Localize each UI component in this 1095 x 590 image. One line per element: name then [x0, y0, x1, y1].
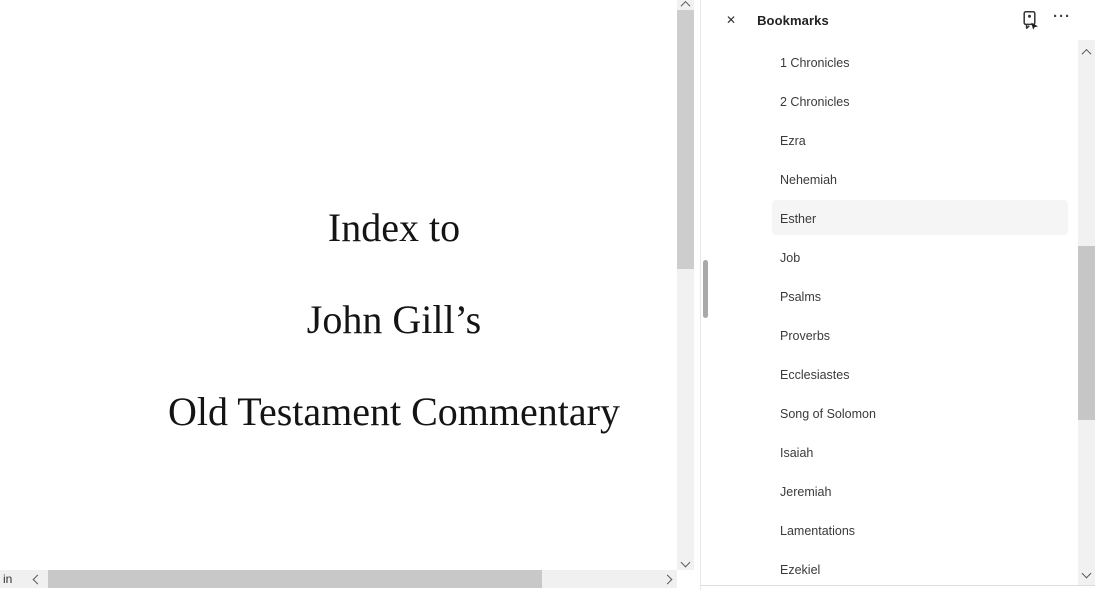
bookmark-item[interactable]: Lamentations	[701, 511, 1079, 550]
bookmark-item-label: Jeremiah	[780, 485, 831, 499]
bookmark-item[interactable]: Job	[701, 238, 1079, 277]
scroll-down-button[interactable]	[677, 554, 694, 570]
bookmark-item-highlight	[772, 200, 1068, 235]
bookmark-item-highlight	[772, 122, 1068, 157]
bookmark-item-label: Song of Solomon	[780, 407, 876, 421]
bookmark-item-highlight	[772, 434, 1068, 469]
doc-title-line-2: John Gill’s	[307, 297, 481, 343]
bookmarks-vertical-scrollbar[interactable]	[1078, 40, 1095, 585]
bookmark-item-label: Proverbs	[780, 329, 830, 343]
bookmarks-panel: ✕ Bookmarks ··· 1 Chronicles 2 Chronicle…	[700, 0, 1095, 590]
bookmark-item[interactable]: Esther	[701, 199, 1079, 238]
bookmark-item[interactable]: Ecclesiastes	[701, 355, 1079, 394]
bookmark-item-label: Psalms	[780, 290, 821, 304]
panel-resize-handle[interactable]	[703, 260, 708, 318]
bookmark-item[interactable]: Jeremiah	[701, 472, 1079, 511]
chevron-right-icon	[663, 574, 673, 584]
bookmark-item[interactable]: Ezra	[701, 121, 1079, 160]
bookmark-item[interactable]: Nehemiah	[701, 160, 1079, 199]
new-bookmark-button[interactable]	[1021, 10, 1040, 30]
chevron-down-icon	[681, 557, 691, 567]
chevron-up-icon	[1082, 48, 1092, 58]
panel-bottom-divider	[701, 585, 1095, 586]
chevron-up-icon	[681, 0, 691, 10]
bookmark-item-label: Ecclesiastes	[780, 368, 849, 382]
bookmark-item-label: Lamentations	[780, 524, 855, 538]
bookmark-item-label: 1 Chronicles	[780, 56, 849, 70]
bookmark-item-label: Job	[780, 251, 800, 265]
bookmark-item[interactable]: 1 Chronicles	[701, 43, 1079, 82]
bookmark-item-label: Ezekiel	[780, 563, 820, 577]
chevron-down-icon	[1082, 568, 1092, 578]
bookmark-item-label: Isaiah	[780, 446, 813, 460]
document-horizontal-scrollbar[interactable]: in	[0, 570, 677, 588]
bookmark-item-label: Esther	[780, 212, 816, 226]
close-panel-button[interactable]: ✕	[726, 14, 736, 26]
bookmark-item[interactable]: Ezekiel	[701, 550, 1079, 585]
panel-options-button[interactable]: ···	[1053, 12, 1071, 28]
bookmark-item[interactable]: Song of Solomon	[701, 394, 1079, 433]
bookmarks-panel-title: Bookmarks	[757, 13, 829, 28]
bookmarks-scroll-down-button[interactable]	[1078, 565, 1095, 581]
document-page: Index to John Gill’s Old Testament Comme…	[0, 0, 677, 570]
bookmark-item[interactable]: 2 Chronicles	[701, 82, 1079, 121]
bookmark-item[interactable]: Proverbs	[701, 316, 1079, 355]
doc-title-line-3: Old Testament Commentary	[168, 389, 620, 435]
scroll-right-button[interactable]	[660, 570, 675, 588]
bookmark-item[interactable]: Psalms	[701, 277, 1079, 316]
bookmark-item-label: Ezra	[780, 134, 806, 148]
doc-title-line-1: Index to	[328, 205, 460, 251]
document-vertical-scrollbar[interactable]	[677, 0, 694, 570]
bookmarks-vertical-scrollbar-thumb[interactable]	[1078, 246, 1095, 420]
bookmark-item-highlight	[772, 239, 1068, 274]
bookmarks-list: 1 Chronicles 2 Chronicles Ezra Nehemiah …	[701, 43, 1079, 585]
document-horizontal-scrollbar-thumb[interactable]	[48, 570, 542, 588]
new-bookmark-icon	[1021, 10, 1040, 30]
scroll-up-button[interactable]	[677, 0, 694, 10]
bookmarks-scroll-up-button[interactable]	[1078, 44, 1095, 60]
bookmarks-panel-actions: ···	[1021, 10, 1071, 30]
bookmark-item-label: Nehemiah	[780, 173, 837, 187]
chevron-left-icon	[33, 574, 43, 584]
document-vertical-scrollbar-thumb[interactable]	[677, 10, 694, 269]
bookmark-item-label: 2 Chronicles	[780, 95, 849, 109]
bookmarks-panel-header: ✕ Bookmarks ···	[701, 0, 1095, 40]
page-size-unit-label: in	[3, 572, 12, 586]
bookmark-item[interactable]: Isaiah	[701, 433, 1079, 472]
scroll-left-button[interactable]	[29, 570, 46, 588]
